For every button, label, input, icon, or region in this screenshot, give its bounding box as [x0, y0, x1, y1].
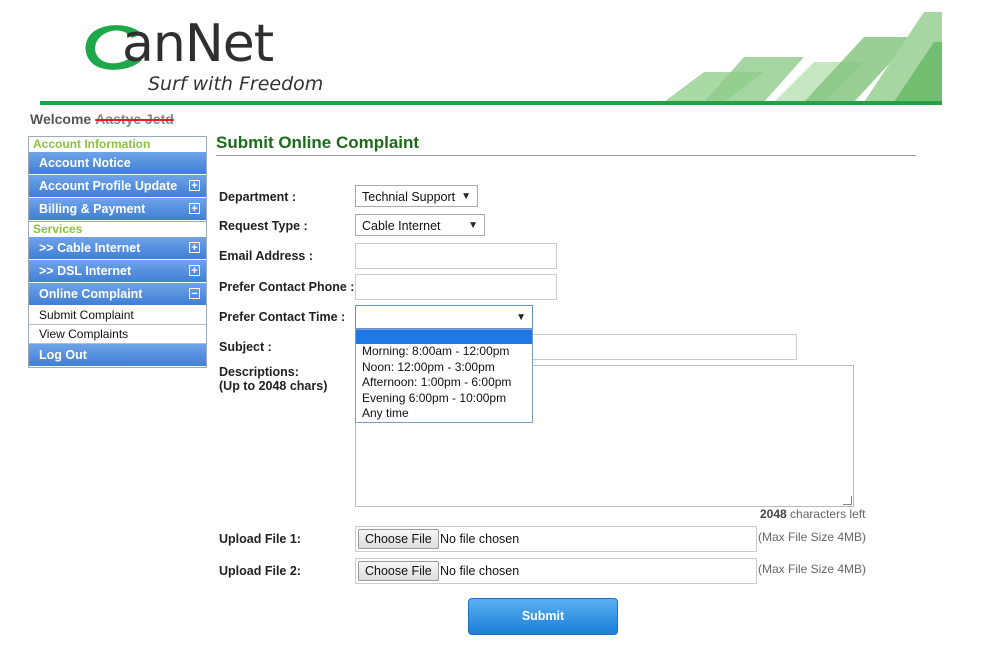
phone-field[interactable]: [355, 274, 557, 300]
upload2-field: Choose File No file chosen: [355, 558, 757, 584]
expand-icon[interactable]: +: [189, 265, 200, 277]
sidebar-heading-services: Services: [29, 221, 206, 237]
sidebar: Account Information Account Notice Accou…: [28, 136, 207, 368]
welcome-label: Welcome: [30, 111, 92, 127]
sidebar-item-label: >> Cable Internet: [39, 241, 141, 255]
department-select[interactable]: Technial Support ▼: [355, 185, 478, 207]
chars-left-text: characters left: [790, 507, 866, 521]
header-divider: [40, 101, 942, 105]
contact-time-select[interactable]: ▼: [355, 305, 533, 329]
sidebar-item-account-profile[interactable]: Account Profile Update +: [29, 175, 206, 198]
request-type-label: Request Type :: [219, 219, 308, 233]
tagline: Surf with Freedom: [148, 73, 324, 95]
upload2-label: Upload File 2:: [219, 564, 301, 578]
max-size-note: (Max File Size 4MB): [758, 562, 867, 576]
sidebar-item-label: Online Complaint: [39, 287, 143, 301]
choose-file-button[interactable]: Choose File: [358, 529, 439, 549]
sidebar-subitem-submit-complaint[interactable]: Submit Complaint: [29, 306, 206, 325]
sidebar-item-account-notice[interactable]: Account Notice: [29, 152, 206, 175]
expand-icon[interactable]: +: [189, 242, 200, 254]
resize-handle-icon[interactable]: [843, 496, 852, 505]
dropdown-option[interactable]: Any time: [356, 406, 532, 422]
sidebar-item-label: >> DSL Internet: [39, 264, 132, 278]
dropdown-option[interactable]: Evening 6:00pm - 10:00pm: [356, 391, 532, 407]
sidebar-item-label: Account Notice: [39, 156, 131, 170]
dropdown-option[interactable]: Afternoon: 1:00pm - 6:00pm: [356, 375, 532, 391]
upload1-field: Choose File No file chosen: [355, 526, 757, 552]
descriptions-label: Descriptions:: [219, 365, 299, 379]
dropdown-option[interactable]: Morning: 8:00am - 12:00pm: [356, 344, 532, 360]
expand-icon[interactable]: +: [189, 203, 200, 215]
chevron-down-icon: ▼: [516, 312, 526, 323]
request-type-value: Cable Internet: [362, 219, 441, 233]
department-value: Technial Support: [362, 190, 456, 204]
header-decoration: [664, 12, 942, 102]
sidebar-item-logout[interactable]: Log Out: [29, 344, 206, 367]
welcome-username: Aastye Jetd: [95, 111, 174, 127]
sidebar-item-billing[interactable]: Billing & Payment +: [29, 198, 206, 221]
chars-left-count: 2048: [760, 507, 787, 521]
sidebar-item-label: Billing & Payment: [39, 202, 146, 216]
choose-file-button[interactable]: Choose File: [358, 561, 439, 581]
collapse-icon[interactable]: −: [189, 288, 200, 300]
dropdown-option-empty[interactable]: [356, 330, 532, 344]
upload1-label: Upload File 1:: [219, 532, 301, 546]
contact-time-label: Prefer Contact Time :: [219, 310, 346, 324]
department-label: Department :: [219, 190, 297, 204]
page-title: Submit Online Complaint: [216, 133, 420, 152]
submit-button[interactable]: Submit: [468, 598, 618, 635]
logo-text: anNet: [122, 14, 274, 74]
sidebar-item-dsl-internet[interactable]: >> DSL Internet +: [29, 260, 206, 283]
chevron-down-icon: ▼: [468, 220, 478, 231]
sidebar-subitem-view-complaints[interactable]: View Complaints: [29, 325, 206, 344]
no-file-text: No file chosen: [440, 564, 520, 578]
email-label: Email Address :: [219, 249, 314, 263]
welcome-text: Welcome Aastye Jetd: [30, 111, 174, 127]
email-field[interactable]: [355, 243, 557, 269]
descriptions-hint: (Up to 2048 chars): [219, 379, 328, 393]
phone-label: Prefer Contact Phone :: [219, 280, 355, 294]
contact-time-dropdown: Morning: 8:00am - 12:00pm Noon: 12:00pm …: [355, 329, 533, 423]
expand-icon[interactable]: +: [189, 180, 200, 192]
max-size-note: (Max File Size 4MB): [758, 530, 867, 544]
dropdown-option[interactable]: Noon: 12:00pm - 3:00pm: [356, 360, 532, 376]
sidebar-item-label: Account Profile Update: [39, 179, 178, 193]
chevron-down-icon: ▼: [461, 191, 471, 202]
sidebar-item-cable-internet[interactable]: >> Cable Internet +: [29, 237, 206, 260]
sidebar-item-online-complaint[interactable]: Online Complaint −: [29, 283, 206, 306]
request-type-select[interactable]: Cable Internet ▼: [355, 214, 485, 236]
sidebar-heading-account: Account Information: [29, 136, 206, 152]
no-file-text: No file chosen: [440, 532, 520, 546]
subject-label: Subject :: [219, 340, 272, 354]
sidebar-item-label: Log Out: [39, 348, 87, 362]
chars-left-counter: 2048 characters left: [760, 507, 865, 521]
title-divider: [216, 155, 916, 156]
